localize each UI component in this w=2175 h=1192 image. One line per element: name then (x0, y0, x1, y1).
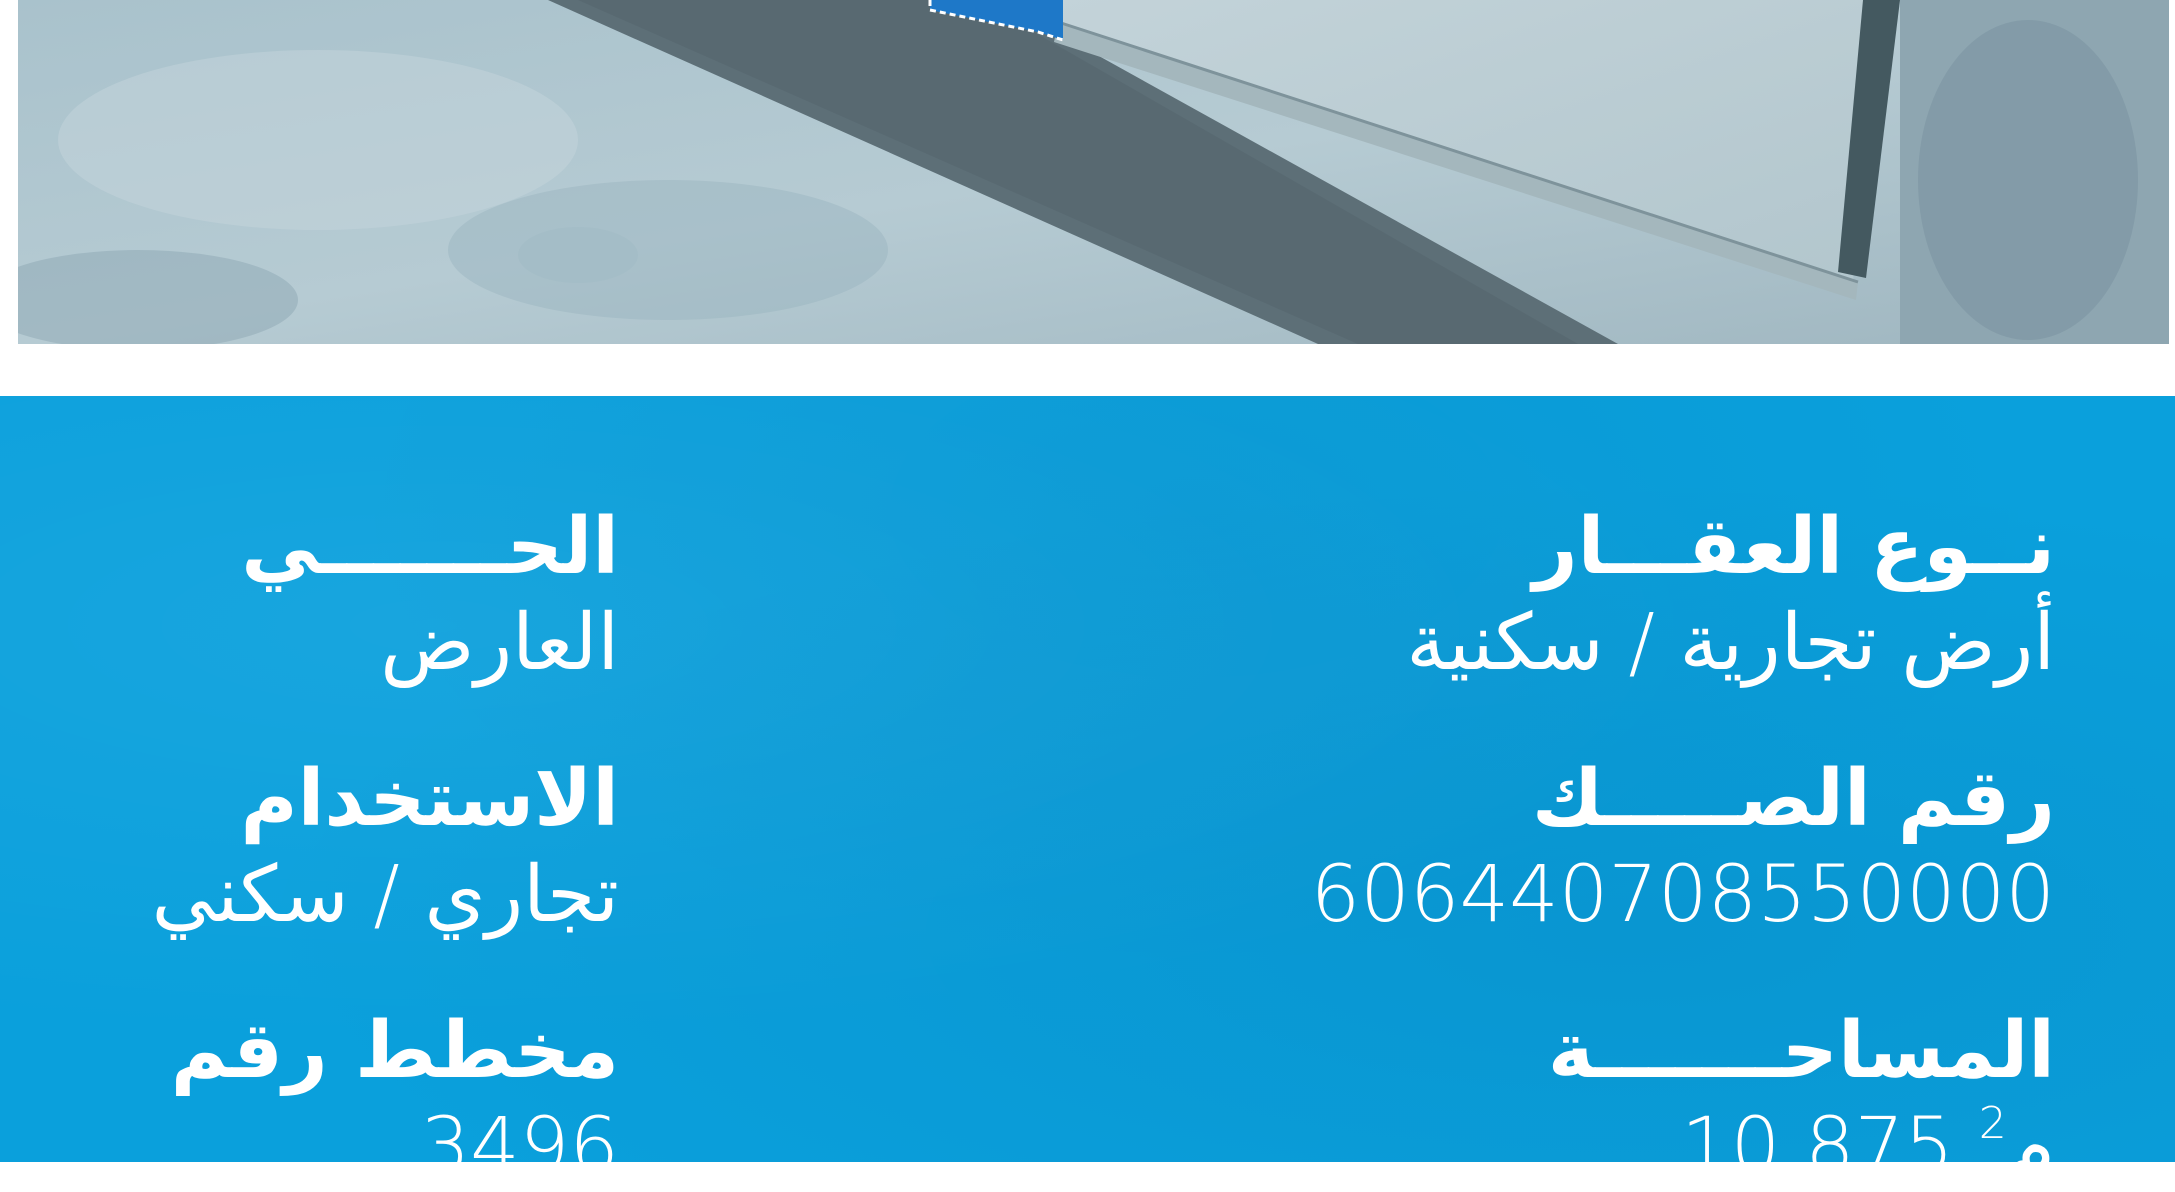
deed-number-value: 606440708550000 (1310, 850, 2055, 940)
usage-field: الاستخدام تجاري / سكني (152, 760, 619, 934)
plan-number-label: مخطط رقم (170, 1006, 619, 1096)
plan-number-field: مخطط رقم 3496 (171, 1012, 619, 1186)
property-type-label: نــوع العقـــار (1532, 502, 2055, 592)
deed-number-label: رقم الصـــــك (1531, 754, 2055, 844)
usage-label: الاستخدام (240, 754, 619, 844)
aerial-photo-illustration (18, 0, 2169, 344)
area-label: المساحـــــــة (1547, 1006, 2055, 1096)
district-value: العارض (380, 598, 619, 688)
property-info-panel: نــوع العقـــار أرض تجارية / سكنية رقم ا… (0, 396, 2175, 1186)
area-unit: م (2006, 1102, 2055, 1192)
property-type-field: نــوع العقـــار أرض تجارية / سكنية (1406, 508, 2055, 682)
plan-number-value: 3496 (420, 1102, 619, 1192)
property-type-value: أرض تجارية / سكنية (1406, 598, 2055, 688)
area-field: المساحـــــــة 10,875 م2 (1548, 1012, 2055, 1186)
deed-number-field: رقم الصـــــك 606440708550000 (1311, 760, 2055, 934)
usage-value: تجاري / سكني (151, 850, 619, 940)
area-value: 10,875 م2 (1548, 1102, 2055, 1187)
area-number: 10,875 (1680, 1102, 1954, 1192)
district-field: الحـــــــي العارض (241, 508, 619, 682)
aerial-photo (18, 0, 2169, 344)
area-unit-power: 2 (1978, 1098, 2007, 1149)
district-label: الحـــــــي (241, 502, 619, 592)
